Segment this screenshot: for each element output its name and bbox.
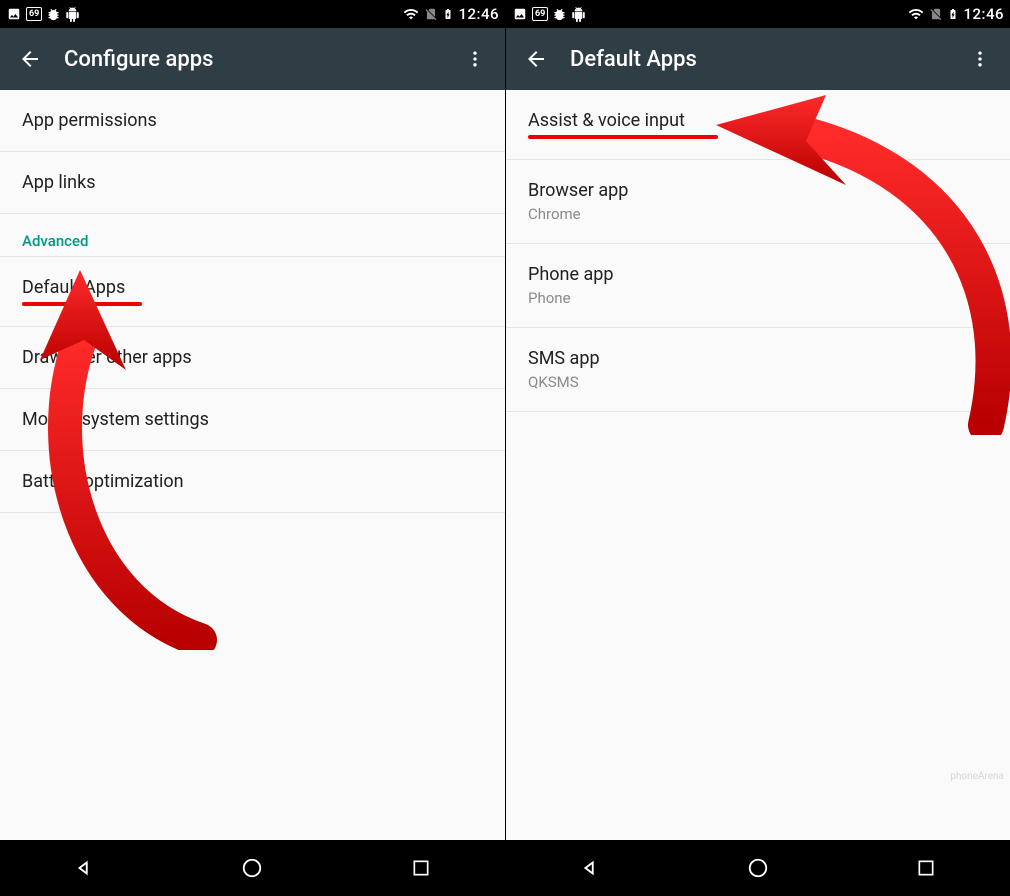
app-bar-title: Default Apps — [570, 47, 697, 72]
nav-back-button[interactable] — [550, 848, 630, 888]
row-label: Draw over other apps — [22, 347, 483, 368]
no-sim-icon — [424, 6, 438, 22]
status-time: 12:46 — [963, 5, 1004, 23]
picture-icon — [512, 7, 528, 21]
row-default-apps[interactable]: Default Apps — [0, 256, 505, 327]
bug-icon — [46, 7, 61, 22]
picture-icon — [6, 7, 22, 21]
nav-bar — [506, 840, 1010, 896]
battery-box-icon: 69 — [26, 7, 42, 21]
row-label: SMS app — [528, 348, 988, 369]
app-bar-title: Configure apps — [64, 47, 213, 72]
nav-home-button[interactable] — [718, 848, 798, 888]
row-sublabel: Phone — [528, 289, 988, 307]
row-phone-app[interactable]: Phone app Phone — [506, 244, 1010, 328]
battery-charging-icon — [442, 5, 454, 23]
row-sublabel: Chrome — [528, 205, 988, 223]
row-app-permissions[interactable]: App permissions — [0, 90, 505, 152]
overflow-menu-button[interactable] — [958, 37, 1002, 81]
row-label: Assist & voice input — [528, 110, 988, 131]
bug-icon — [552, 7, 567, 22]
phone-right: 69 12:46 Default Apps — [505, 0, 1010, 896]
nav-home-button[interactable] — [212, 848, 292, 888]
nav-bar — [0, 840, 505, 896]
app-bar: Configure apps — [0, 28, 505, 90]
highlight-underline — [528, 135, 718, 139]
row-assist-voice[interactable]: Assist & voice input — [506, 90, 1010, 160]
row-sublabel: QKSMS — [528, 373, 988, 391]
nav-recents-button[interactable] — [381, 848, 461, 888]
no-sim-icon — [929, 6, 943, 22]
android-icon — [571, 7, 586, 22]
overflow-menu-button[interactable] — [453, 37, 497, 81]
wifi-icon — [907, 6, 925, 22]
row-label: Phone app — [528, 264, 988, 285]
row-label: Default Apps — [22, 277, 483, 298]
row-label: App permissions — [22, 110, 483, 131]
row-browser-app[interactable]: Browser app Chrome — [506, 160, 1010, 244]
back-button[interactable] — [514, 37, 558, 81]
battery-box-icon: 69 — [532, 7, 548, 21]
back-button[interactable] — [8, 37, 52, 81]
highlight-underline — [22, 302, 142, 306]
status-bar: 69 12:46 — [0, 0, 505, 28]
row-label: Browser app — [528, 180, 988, 201]
nav-back-button[interactable] — [44, 848, 124, 888]
default-apps-list: Assist & voice input Browser app Chrome … — [506, 90, 1010, 840]
row-sms-app[interactable]: SMS app QKSMS — [506, 328, 1010, 412]
row-battery-opt[interactable]: Battery optimization — [0, 451, 505, 513]
status-bar: 69 12:46 — [506, 0, 1010, 28]
status-time: 12:46 — [458, 5, 499, 23]
row-label: Modify system settings — [22, 409, 483, 430]
settings-list: App permissions App links Advanced Defau… — [0, 90, 505, 840]
watermark: phoneArena — [950, 771, 1004, 782]
app-bar: Default Apps — [506, 28, 1010, 90]
row-label: Battery optimization — [22, 471, 483, 492]
section-header-advanced: Advanced — [0, 214, 505, 256]
nav-recents-button[interactable] — [886, 848, 966, 888]
phone-left: 69 12:46 Configure apps — [0, 0, 505, 896]
row-draw-over[interactable]: Draw over other apps — [0, 327, 505, 389]
wifi-icon — [402, 6, 420, 22]
android-icon — [65, 7, 80, 22]
row-label: App links — [22, 172, 483, 193]
row-app-links[interactable]: App links — [0, 152, 505, 214]
battery-charging-icon — [947, 5, 959, 23]
row-modify-system[interactable]: Modify system settings — [0, 389, 505, 451]
